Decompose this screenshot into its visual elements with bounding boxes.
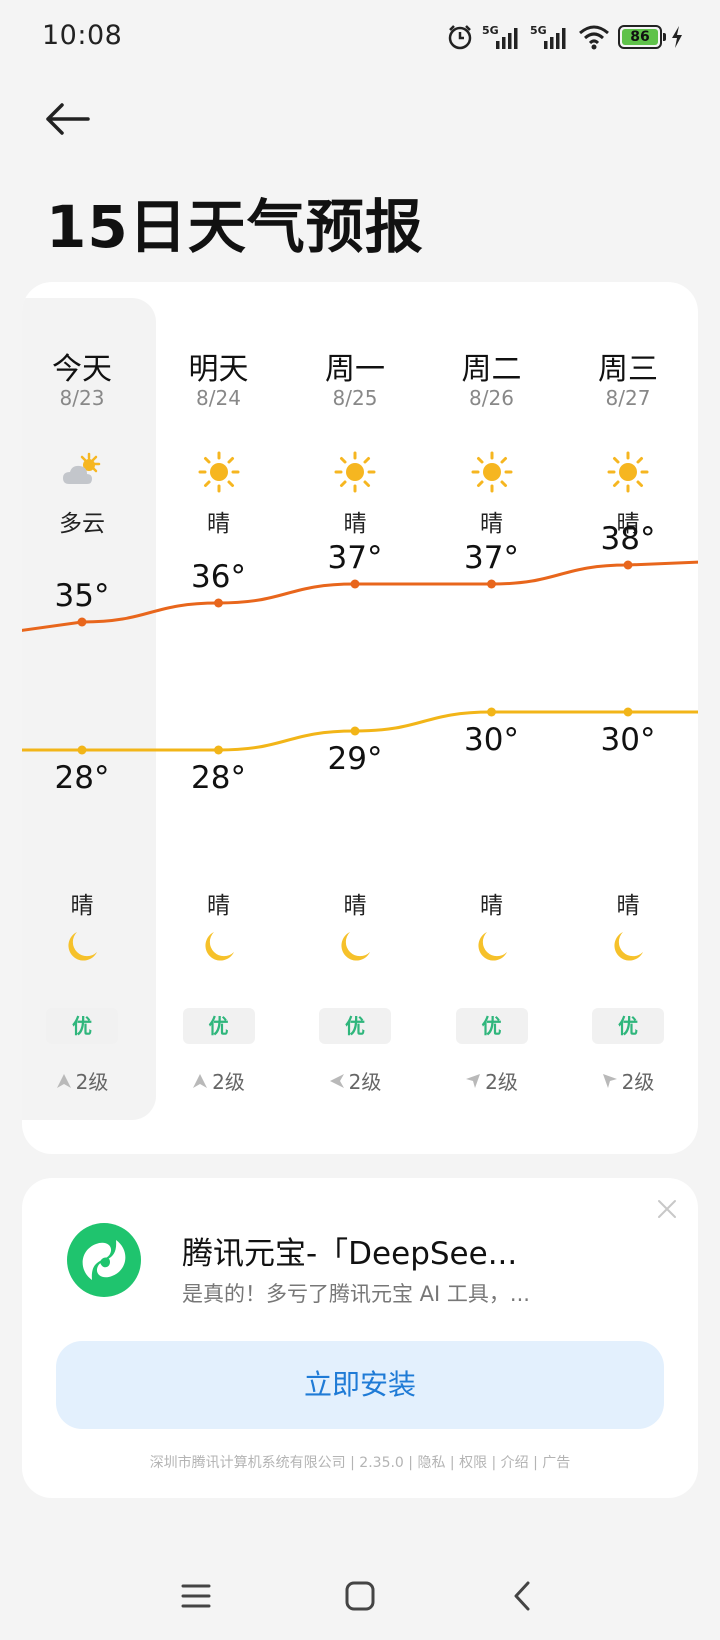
wind-level: 2级 — [485, 1070, 518, 1094]
aqi-badge: 优 — [319, 1008, 391, 1044]
day-name: 明天 — [188, 352, 249, 387]
day-name: 周一 — [325, 352, 385, 387]
wind-info: 2级 — [149, 1066, 289, 1095]
wind-info: 2级 — [558, 1066, 698, 1095]
high-temp-label: 37° — [327, 540, 383, 576]
wind-level: 2级 — [212, 1070, 245, 1094]
moon-icon — [614, 932, 643, 961]
day-name: 周二 — [461, 352, 522, 387]
menu-icon — [181, 1584, 211, 1608]
back-icon — [514, 1581, 530, 1611]
night-condition: 晴 — [616, 893, 640, 919]
night-condition: 晴 — [207, 893, 230, 919]
wind-info: 2级 — [22, 1066, 152, 1095]
day-condition: 晴 — [480, 511, 503, 537]
wind-level: 2级 — [348, 1070, 382, 1094]
forecast-day[interactable]: 周二 8/26 晴 37° 30° 晴 优 2级 — [422, 282, 562, 1154]
day-date: 8/26 — [469, 386, 514, 410]
status-bar: 10:08 5G 5G 86 — [0, 0, 720, 78]
day-condition: 多云 — [59, 511, 105, 537]
sun-icon — [334, 451, 376, 493]
day-name: 周三 — [598, 352, 658, 387]
forecast-card[interactable]: 今天 8/23 多云 35° 28° 晴 优 2级 明天 8/24 晴 36° … — [22, 282, 698, 1154]
system-nav-bar — [0, 1560, 720, 1630]
ad-footer[interactable]: 深圳市腾讯计算机系统有限公司 | 2.35.0 | 隐私 | 权限 | 介绍 |… — [22, 1452, 698, 1472]
aqi-badge: 优 — [592, 1008, 664, 1044]
aqi-badge: 优 — [455, 1008, 528, 1044]
partly-cloudy-icon — [63, 452, 101, 484]
moon-icon — [204, 932, 234, 961]
moon-icon — [477, 932, 507, 961]
moon-icon — [341, 932, 370, 961]
day-date: 8/25 — [332, 386, 378, 410]
high-temp-label: 37° — [464, 540, 519, 576]
wind-info: 2级 — [285, 1066, 425, 1095]
night-condition: 晴 — [343, 893, 367, 919]
day-date: 8/24 — [196, 386, 241, 410]
high-temp-label: 36° — [191, 559, 246, 595]
tencent-yuanbao-logo-icon[interactable] — [66, 1222, 142, 1298]
home-icon — [345, 1581, 375, 1611]
ad-title[interactable]: 腾讯元宝-「DeepSee... — [182, 1228, 517, 1273]
wifi-icon — [579, 25, 609, 50]
wind-direction-southeast-icon — [602, 1073, 617, 1088]
status-icons: 5G 5G 86 — [446, 22, 684, 52]
wind-direction-north-icon — [193, 1073, 208, 1088]
alarm-icon — [448, 25, 472, 50]
ad-description: 是真的！多亏了腾讯元宝 AI 工具，... — [182, 1282, 530, 1306]
low-temp-label: 30° — [464, 722, 519, 758]
night-condition: 晴 — [480, 893, 503, 919]
wind-info: 2级 — [422, 1066, 562, 1095]
high-temp-label: 38° — [600, 521, 656, 557]
day-name: 今天 — [52, 352, 112, 387]
close-icon[interactable] — [656, 1198, 678, 1220]
aqi-badge: 优 — [46, 1008, 118, 1044]
wind-direction-north-icon — [56, 1073, 71, 1088]
menu-button[interactable] — [168, 1568, 224, 1624]
day-condition: 晴 — [207, 511, 230, 537]
battery-icon: 86 — [618, 25, 666, 49]
arrow-left-icon — [46, 103, 90, 135]
svg-text:5G: 5G — [482, 24, 499, 37]
ad-card[interactable]: 腾讯元宝-「DeepSee... 是真的！多亏了腾讯元宝 AI 工具，... 立… — [22, 1178, 698, 1498]
day-condition: 晴 — [343, 511, 367, 537]
signal-5g-icon: 5G — [482, 24, 518, 49]
signal-5g-icon: 5G — [530, 24, 566, 49]
low-temp-label: 28° — [54, 760, 110, 796]
wind-level: 2级 — [75, 1070, 109, 1094]
page-title: 15日天气预报 — [46, 193, 424, 261]
sun-icon — [198, 451, 239, 493]
day-date: 8/23 — [59, 386, 105, 410]
forecast-day[interactable]: 周一 8/25 晴 37° 29° 晴 优 2级 — [285, 282, 425, 1154]
sun-icon — [471, 451, 512, 493]
forecast-day[interactable]: 明天 8/24 晴 36° 28° 晴 优 2级 — [149, 282, 289, 1154]
forecast-day[interactable]: 周三 8/27 晴 38° 30° 晴 优 2级 — [558, 282, 698, 1154]
low-temp-label: 29° — [327, 741, 383, 777]
install-button[interactable]: 立即安装 — [56, 1341, 664, 1429]
aqi-badge: 优 — [182, 1008, 255, 1044]
wind-direction-west-icon — [329, 1073, 344, 1088]
night-condition: 晴 — [70, 893, 94, 919]
back-nav-button[interactable] — [494, 1568, 550, 1624]
low-temp-label: 30° — [600, 722, 656, 758]
forecast-day[interactable]: 今天 8/23 多云 35° 28° 晴 优 2级 — [22, 282, 152, 1154]
back-button[interactable] — [44, 96, 100, 142]
high-temp-label: 35° — [54, 578, 110, 614]
day-date: 8/27 — [605, 386, 651, 410]
home-button[interactable] — [332, 1568, 388, 1624]
battery-level: 86 — [622, 29, 658, 45]
charging-icon — [672, 26, 682, 48]
moon-icon — [68, 932, 97, 961]
svg-text:5G: 5G — [530, 24, 547, 37]
wind-level: 2级 — [621, 1070, 655, 1094]
low-temp-label: 28° — [191, 760, 246, 796]
sun-icon — [607, 451, 649, 493]
wind-direction-northeast-icon — [466, 1073, 481, 1088]
status-time: 10:08 — [42, 20, 123, 51]
